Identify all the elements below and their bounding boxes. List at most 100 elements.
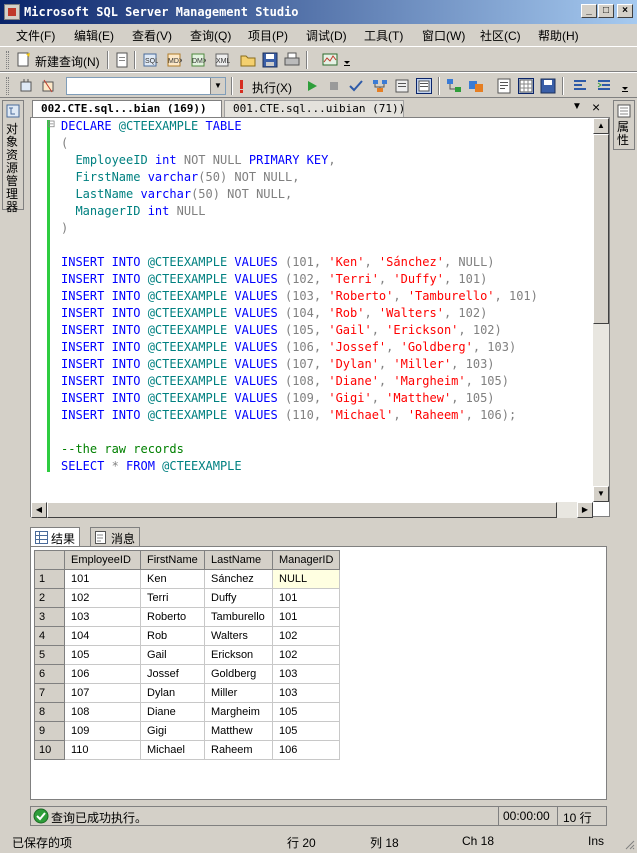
- editor-horizontal-scrollbar[interactable]: ◀ ▶: [31, 502, 593, 518]
- collapse-region-icon[interactable]: ⊟: [47, 118, 57, 132]
- table-row[interactable]: 9 109 Gigi Matthew 105: [34, 721, 341, 741]
- grid-cell[interactable]: 106: [64, 664, 141, 684]
- grid-cell[interactable]: Jossef: [140, 664, 205, 684]
- table-row[interactable]: 5 105 Gail Erickson 102: [34, 645, 341, 665]
- results-to-text-icon[interactable]: [496, 78, 512, 94]
- code-line[interactable]: LastName varchar(50) NOT NULL,: [61, 187, 292, 204]
- code-line[interactable]: FirstName varchar(50) NOT NULL,: [61, 170, 299, 187]
- grid-cell[interactable]: Gail: [140, 645, 205, 665]
- row-header[interactable]: 9: [34, 721, 65, 741]
- menu-query[interactable]: 查询(Q): [190, 27, 231, 44]
- chevron-down-icon[interactable]: ▼: [210, 78, 225, 94]
- close-tab-icon[interactable]: ×: [592, 99, 600, 115]
- toolbar-overflow-icon[interactable]: [342, 52, 352, 68]
- display-plan-icon[interactable]: [372, 78, 388, 94]
- toolbar-overflow-icon[interactable]: [620, 78, 630, 94]
- row-header[interactable]: 3: [34, 607, 65, 627]
- row-header[interactable]: 5: [34, 645, 65, 665]
- grid-cell[interactable]: Matthew: [204, 721, 273, 741]
- grid-cell[interactable]: 104: [64, 626, 141, 646]
- grid-cell[interactable]: Goldberg: [204, 664, 273, 684]
- client-statistics-icon[interactable]: [468, 78, 484, 94]
- menu-tools[interactable]: 工具(T): [364, 27, 403, 44]
- results-to-grid-icon[interactable]: [518, 78, 534, 94]
- db-query-icon[interactable]: SQL: [142, 52, 159, 68]
- row-header[interactable]: 4: [34, 626, 65, 646]
- column-header[interactable]: FirstName: [140, 550, 205, 570]
- menu-community[interactable]: 社区(C): [480, 27, 521, 44]
- grid-cell[interactable]: 103: [271, 683, 341, 703]
- row-header[interactable]: 8: [34, 702, 65, 722]
- actual-plan-icon[interactable]: [446, 78, 462, 94]
- scroll-up-icon[interactable]: ▲: [593, 118, 609, 134]
- tab-messages[interactable]: 消息: [90, 527, 141, 546]
- code-line[interactable]: DECLARE @CTEEXAMPLE TABLE: [61, 119, 242, 136]
- results-grid[interactable]: EmployeeID FirstName LastName ManagerID …: [34, 550, 341, 760]
- menu-window[interactable]: 窗口(W): [422, 27, 465, 44]
- grid-cell[interactable]: 101: [271, 588, 341, 608]
- open-file-icon[interactable]: [240, 52, 256, 68]
- column-header[interactable]: ManagerID: [271, 550, 341, 570]
- grid-cell[interactable]: Raheem: [204, 740, 273, 760]
- table-row[interactable]: 4 104 Rob Walters 102: [34, 626, 341, 646]
- code-line[interactable]: INSERT INTO @CTEEXAMPLE VALUES (102, 'Te…: [61, 272, 487, 289]
- comment-icon[interactable]: [572, 78, 588, 94]
- editor-vertical-scrollbar[interactable]: ▲ ▼: [593, 118, 609, 502]
- toolbar-grip[interactable]: [6, 77, 9, 95]
- table-row[interactable]: 10 110 Michael Raheem 106: [34, 740, 341, 760]
- code-line[interactable]: ManagerID int NULL: [61, 204, 205, 221]
- grid-cell[interactable]: 102: [64, 588, 141, 608]
- menu-edit[interactable]: 编辑(E): [74, 27, 114, 44]
- grid-cell[interactable]: Tamburello: [204, 607, 273, 627]
- grid-cell[interactable]: 101: [64, 569, 141, 589]
- query-options-icon[interactable]: [394, 78, 410, 94]
- grid-cell[interactable]: 106: [271, 740, 341, 760]
- grid-cell[interactable]: Sánchez: [204, 569, 273, 589]
- row-header[interactable]: 10: [34, 740, 65, 760]
- code-line[interactable]: INSERT INTO @CTEEXAMPLE VALUES (101, 'Ke…: [61, 255, 495, 272]
- code-line[interactable]: (: [61, 136, 68, 153]
- code-line[interactable]: INSERT INTO @CTEEXAMPLE VALUES (103, 'Ro…: [61, 289, 538, 306]
- toolbar-grip[interactable]: [6, 51, 9, 69]
- resize-grip-icon[interactable]: [624, 839, 635, 850]
- results-grid-pane[interactable]: EmployeeID FirstName LastName ManagerID …: [30, 546, 607, 800]
- grid-cell[interactable]: 109: [64, 721, 141, 741]
- maximize-button[interactable]: □: [598, 4, 614, 18]
- editor-hscroll-thumb[interactable]: [47, 502, 557, 518]
- grid-cell[interactable]: 101: [271, 607, 341, 627]
- menu-project[interactable]: 项目(P): [248, 27, 288, 44]
- print-icon[interactable]: [284, 52, 300, 68]
- intellisense-icon[interactable]: [416, 78, 432, 94]
- cancel-execution-icon[interactable]: [326, 78, 342, 94]
- menu-file[interactable]: 文件(F): [16, 27, 55, 44]
- scroll-right-icon[interactable]: ▶: [577, 502, 593, 518]
- new-file-icon[interactable]: [114, 52, 130, 68]
- save-icon[interactable]: [262, 52, 278, 68]
- column-header[interactable]: EmployeeID: [64, 550, 141, 570]
- xmla-query-icon[interactable]: XML: [214, 52, 231, 68]
- code-line[interactable]: INSERT INTO @CTEEXAMPLE VALUES (104, 'Ro…: [61, 306, 487, 323]
- doc-tab-001-cte[interactable]: 001.CTE.sql...uibian (71)): [224, 100, 405, 117]
- code-line[interactable]: INSERT INTO @CTEEXAMPLE VALUES (107, 'Dy…: [61, 357, 495, 374]
- code-line[interactable]: --the raw records: [61, 442, 184, 459]
- row-header[interactable]: 6: [34, 664, 65, 684]
- grid-cell[interactable]: Michael: [140, 740, 205, 760]
- tab-list-dropdown-icon[interactable]: ▼: [572, 101, 582, 112]
- table-row[interactable]: 7 107 Dylan Miller 103: [34, 683, 341, 703]
- code-line[interactable]: INSERT INTO @CTEEXAMPLE VALUES (110, 'Mi…: [61, 408, 516, 425]
- results-to-file-icon[interactable]: [540, 78, 556, 94]
- database-select[interactable]: ▼: [66, 77, 226, 95]
- grid-cell[interactable]: Roberto: [140, 607, 205, 627]
- grid-cell[interactable]: 108: [64, 702, 141, 722]
- grid-cell[interactable]: Rob: [140, 626, 205, 646]
- grid-cell[interactable]: 102: [271, 645, 341, 665]
- uncomment-icon[interactable]: [596, 78, 612, 94]
- row-header[interactable]: 7: [34, 683, 65, 703]
- editor-scroll-thumb[interactable]: [593, 134, 609, 324]
- menu-debug[interactable]: 调试(D): [306, 27, 347, 44]
- dmx-query-icon[interactable]: DMX: [190, 52, 208, 68]
- grid-cell[interactable]: 105: [64, 645, 141, 665]
- row-header[interactable]: 1: [34, 569, 65, 589]
- scroll-down-icon[interactable]: ▼: [593, 486, 609, 502]
- column-header[interactable]: LastName: [204, 550, 273, 570]
